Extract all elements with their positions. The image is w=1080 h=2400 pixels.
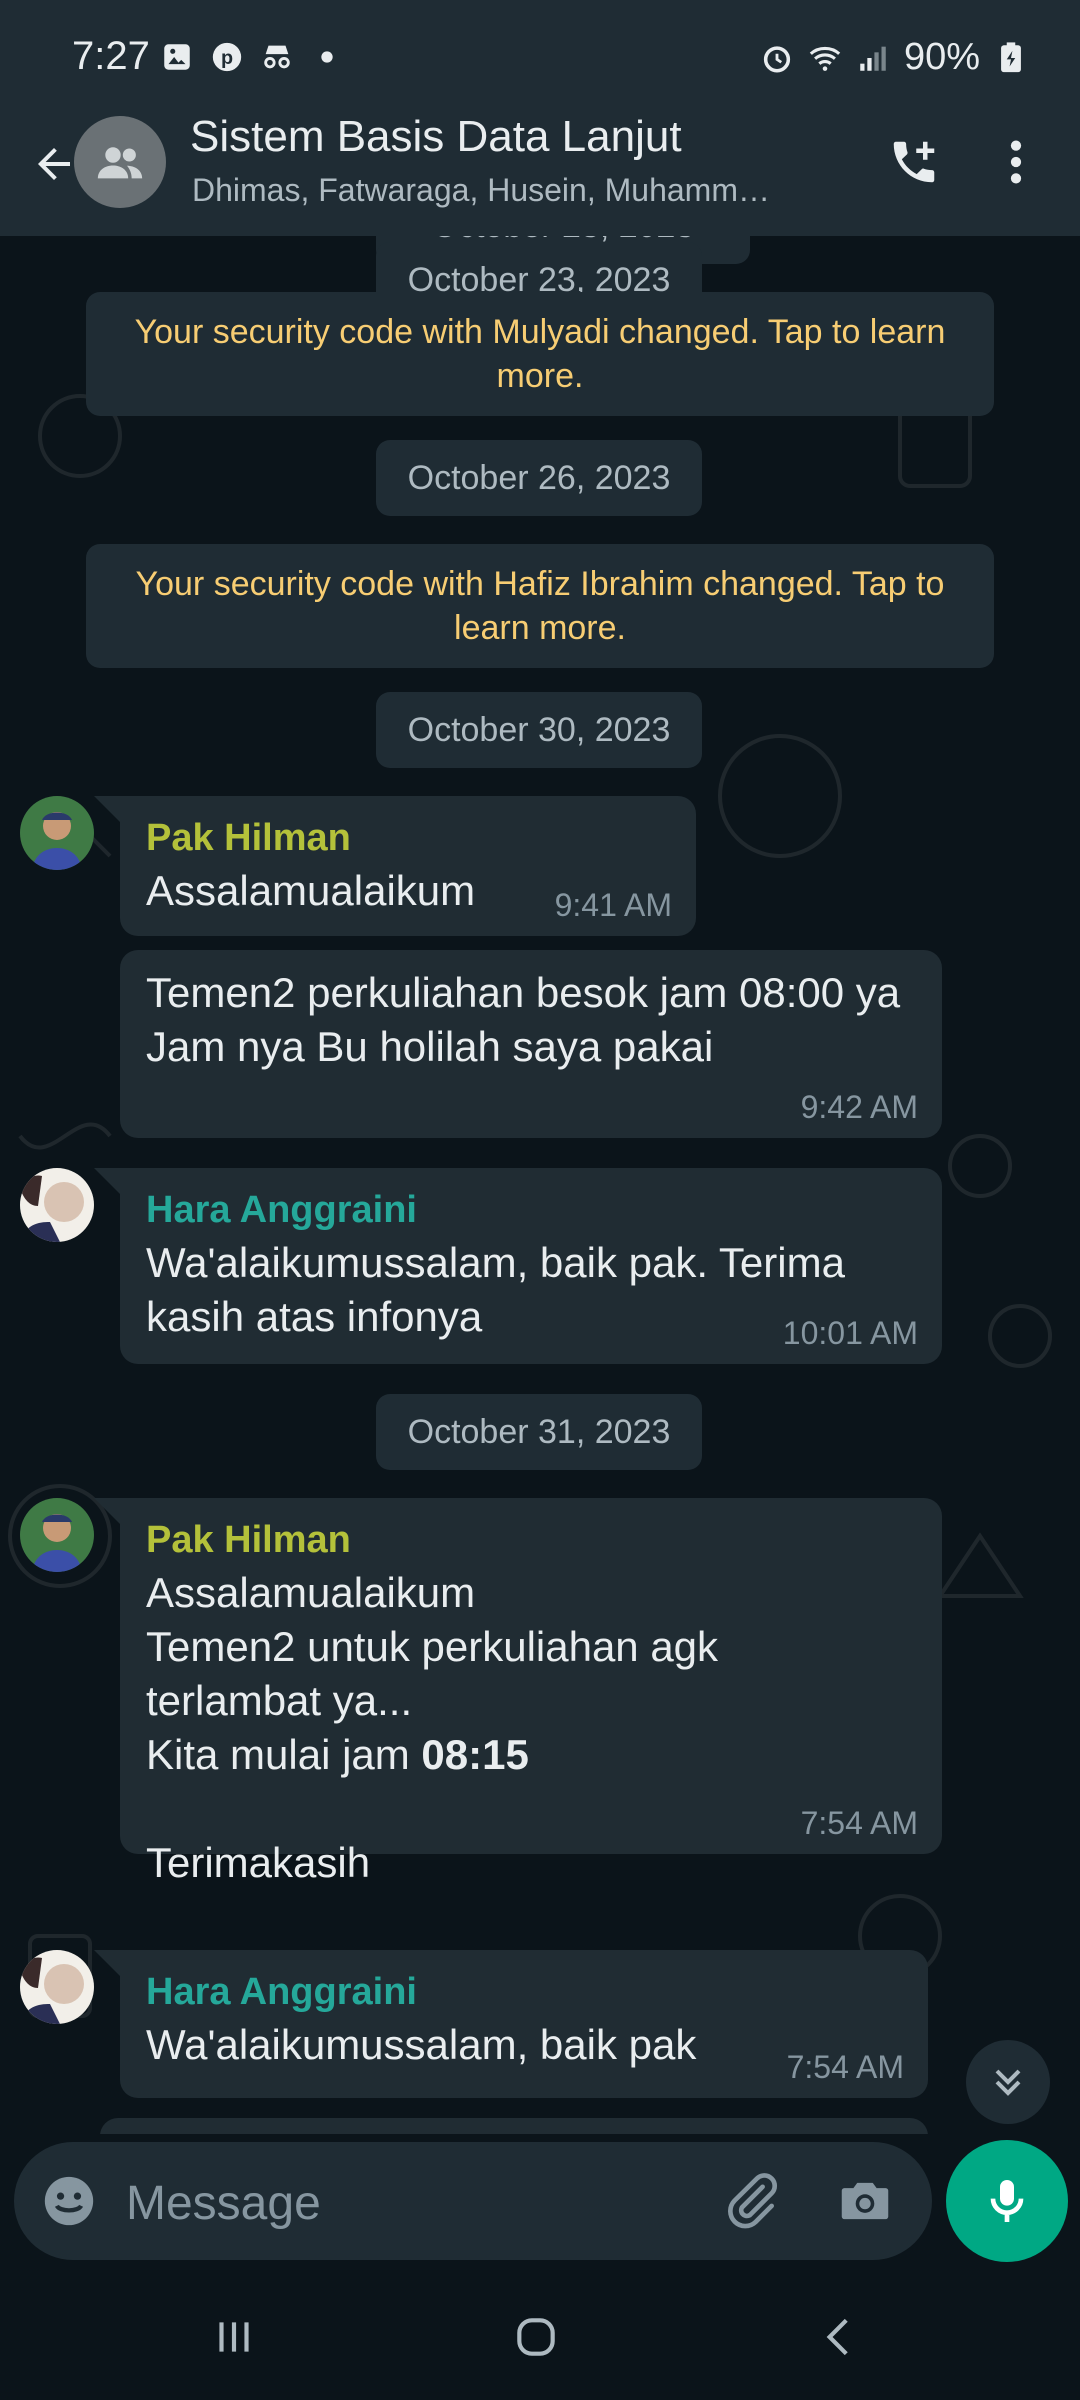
sender-name[interactable]: Hara Anggraini [146, 1184, 916, 1236]
message-text-line: Temen2 untuk perkuliahan agk terlambat y… [146, 1623, 719, 1724]
avatar-photo [20, 1950, 94, 2024]
status-bar: 7:27 p 90% [0, 0, 1080, 118]
message-composer: Message [14, 2142, 932, 2260]
message-bubble[interactable]: Temen2 perkuliahan besok jam 08:00 ya Ja… [120, 950, 942, 1138]
mic-icon [990, 2180, 1024, 2222]
date-chip: October 26, 2023 [376, 440, 702, 516]
message-text-line: Kita mulai jam 08:15 [146, 1728, 916, 1782]
nav-home-icon [517, 2318, 555, 2356]
system-nav-bar [0, 2274, 1080, 2400]
nav-back-icon [826, 2318, 848, 2356]
dot-icon [321, 51, 333, 63]
message-time: 10:01 AM [782, 1315, 918, 1351]
battery-icon [1001, 41, 1021, 72]
group-avatar[interactable] [74, 116, 166, 208]
security-code-notice[interactable]: Your security code with Mulyadi changed.… [86, 292, 994, 416]
message-bubble-partial[interactable] [100, 2118, 928, 2134]
svg-text:p: p [221, 47, 233, 69]
message-text: Temen2 perkuliahan besok jam 08:00 ya Ja… [146, 969, 901, 1070]
bubble-tail [94, 1950, 120, 1976]
incognito-icon [264, 45, 290, 69]
bubble-tail [94, 1498, 120, 1524]
signal-icon [860, 46, 886, 71]
message-bubble[interactable]: Pak Hilman Assalamualaikum 9:41 AM [120, 796, 696, 936]
avatar-pak-hilman[interactable] [20, 796, 94, 870]
pinterest-icon: p [212, 42, 242, 72]
chat-participants[interactable]: Dhimas, Fatwaraga, Husein, Muhamm… [192, 172, 842, 209]
chat-messages[interactable]: October 23, 2023 October 23, 2023 Your s… [0, 236, 1080, 2134]
message-bold-text: 08:15 [421, 1731, 529, 1778]
sender-name[interactable]: Pak Hilman [146, 1514, 916, 1566]
nav-home-button[interactable] [486, 2302, 586, 2372]
battery-percent: 90% [903, 36, 980, 78]
message-bubble[interactable]: Pak Hilman Assalamualaikum Temen2 untuk … [120, 1498, 942, 1886]
avatar-hara-anggraini[interactable] [20, 1168, 94, 1242]
sender-name[interactable]: Pak Hilman [146, 812, 670, 864]
bubble-tail [94, 1168, 120, 1194]
status-time: 7:27 [72, 34, 150, 78]
avatar-hara-anggraini[interactable] [20, 1950, 94, 2024]
more-options-button[interactable] [986, 126, 1046, 198]
date-chip: October 30, 2023 [376, 692, 702, 768]
message-text-line: Terimakasih [146, 1839, 371, 1886]
scroll-to-bottom-button[interactable] [966, 2040, 1050, 2124]
message-input[interactable]: Message [126, 2176, 321, 2231]
message-text-part: Kita mulai jam [146, 1731, 422, 1778]
chevron-double-down-icon [995, 2069, 1021, 2096]
more-vert-icon [1010, 140, 1022, 184]
bubble-tail [94, 796, 120, 822]
avatar-photo [20, 796, 94, 870]
security-code-notice[interactable]: Your security code with Hafiz Ibrahim ch… [86, 544, 994, 668]
message-time: 7:54 AM [786, 2049, 904, 2085]
nav-recents-icon [219, 2322, 249, 2352]
status-right: 90% [760, 36, 1028, 79]
nav-back-button[interactable] [790, 2302, 890, 2372]
avatar-photo [20, 1168, 94, 1242]
date-chip: October 31, 2023 [376, 1394, 702, 1470]
wifi-icon [809, 46, 841, 71]
voice-message-button[interactable] [946, 2140, 1068, 2262]
add-call-button[interactable] [878, 126, 950, 198]
message-time: 9:42 AM [800, 1089, 918, 1125]
nav-recents-button[interactable] [184, 2302, 284, 2372]
message-text-line: Assalamualaikum [146, 1569, 476, 1616]
chat-title[interactable]: Sistem Basis Data Lanjut [190, 112, 682, 162]
attach-button[interactable] [720, 2170, 782, 2232]
camera-button[interactable] [834, 2170, 896, 2232]
emoji-button[interactable] [40, 2172, 98, 2230]
attach-icon [728, 2173, 778, 2229]
back-arrow-icon [38, 148, 70, 180]
status-notification-icons: p [160, 40, 344, 74]
alarm-icon [763, 45, 791, 73]
call-add-icon [893, 141, 935, 183]
message-time: 7:54 AM [800, 1805, 918, 1841]
gallery-icon [164, 44, 190, 70]
emoji-icon [44, 2176, 94, 2226]
message-bubble[interactable]: Hara Anggraini Wa'alaikumussalam, baik p… [120, 1168, 942, 1364]
message-bubble[interactable]: Hara Anggraini Wa'alaikumussalam, baik p… [120, 1950, 928, 2098]
avatar-pak-hilman[interactable] [20, 1498, 94, 1572]
message-time: 9:41 AM [554, 887, 672, 923]
sender-name[interactable]: Hara Anggraini [146, 1966, 902, 2018]
avatar-photo [20, 1498, 94, 1572]
group-icon [97, 147, 143, 179]
camera-icon [841, 2182, 889, 2220]
